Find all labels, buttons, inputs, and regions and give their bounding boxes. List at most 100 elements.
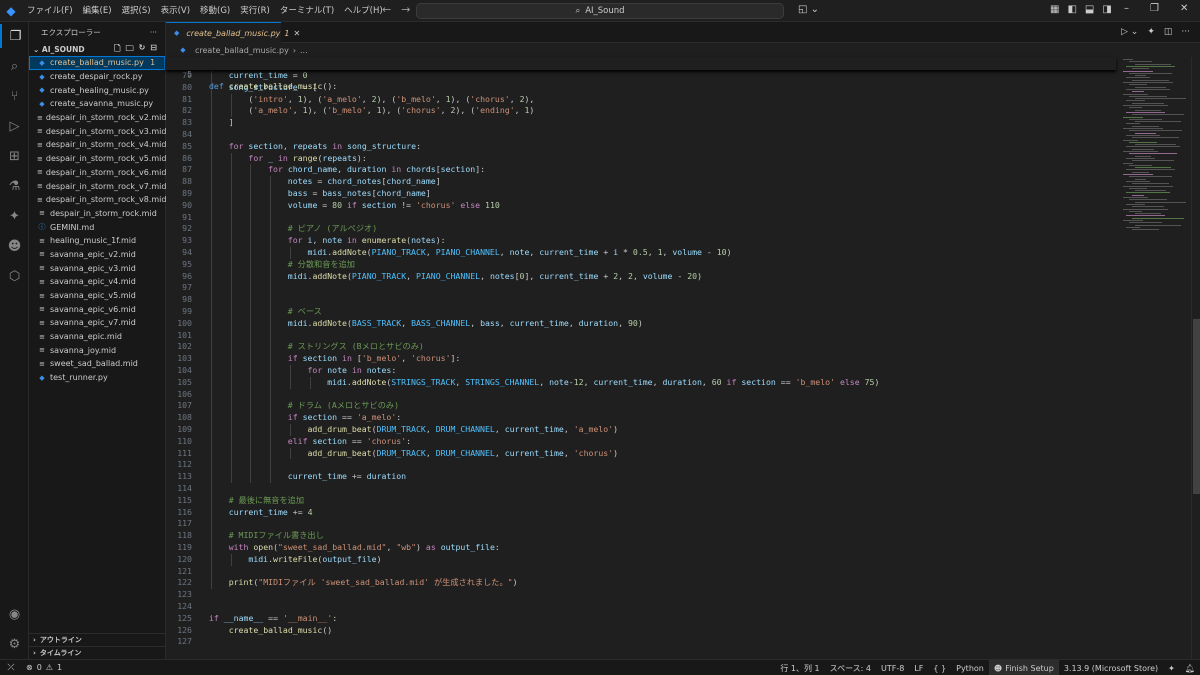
menu-item[interactable]: ターミナル(T) [275,0,339,22]
close-tab-icon[interactable]: ✕ [293,29,300,38]
folder-header[interactable]: ⌄ AI_SOUND 🗋 🗀 ↻ ⊟ [29,42,165,56]
menu-item[interactable]: 表示(V) [156,0,195,22]
minimap-line [1135,190,1166,192]
menu-item[interactable]: 編集(E) [78,0,117,22]
file-item[interactable]: ≡ healing_music_1f.mid [29,234,165,248]
menu-item[interactable]: 選択(S) [117,0,156,22]
menu-item[interactable]: ヘルプ(H) [339,0,388,22]
search-icon[interactable]: ⌕ [0,54,29,78]
chevron-down-icon: ⌄ [33,44,42,54]
menu-item[interactable]: 移動(G) [195,0,235,22]
file-item[interactable]: ≡ savanna_epic_v5.mid [29,289,165,303]
file-item[interactable]: ≡ despair_in_storm_rock_v6.mid [29,166,166,180]
breadcrumb-file[interactable]: create_ballad_music.py [195,46,289,55]
account-icon[interactable]: ◉ [0,602,29,626]
file-item[interactable]: ≡ despair_in_storm_rock.mid [29,207,165,221]
toggle-panel-icon[interactable]: ⬓ [1085,4,1094,15]
file-item[interactable]: ⓘ GEMINI.md [29,220,165,234]
containers-icon[interactable]: ⬡ [0,264,29,288]
copilot-chat-icon[interactable]: ◱ ⌄ [798,4,819,15]
code-token: current_time [287,471,347,482]
gemini-status-icon[interactable]: ✦ [1163,664,1180,673]
file-item[interactable]: ≡ despair_in_storm_rock_v3.mid [29,124,166,138]
gemini-action-icon[interactable]: ✦ [1147,27,1155,37]
line-number: 109 [177,424,192,434]
menu-item[interactable]: ファイル(F) [22,0,78,22]
file-item[interactable]: ◆ create_healing_music.py [29,83,165,97]
split-editor-icon[interactable]: ◫ [1164,27,1173,37]
python-interpreter[interactable]: 3.13.9 (Microsoft Store) [1059,664,1163,673]
indentation[interactable]: スペース: 4 [825,663,876,674]
code-line: 119 with open("sweet_sad_ballad.mid", "wb… [166,542,1116,554]
settings-gear-icon[interactable]: ⚙ [0,632,29,656]
remote-indicator-icon[interactable]: ⤫ [0,660,22,675]
toggle-sidebar-icon[interactable]: ◧ [1067,4,1076,15]
file-item[interactable]: ≡ savanna_joy.mid [29,343,165,357]
command-center-search[interactable]: ⌕ AI_Sound [416,3,784,19]
file-item[interactable]: ◆ create_savanna_music.py [29,97,165,111]
sticky-scroll-header[interactable]: 5 def create_ballad_music(): [166,57,1116,91]
back-arrow-icon[interactable]: ← [382,3,391,16]
file-item[interactable]: ≡ savanna_epic.mid [29,330,165,344]
source-control-icon[interactable]: ⑂ [0,84,29,108]
file-item[interactable]: ≡ sweet_sad_ballad.mid [29,357,165,371]
file-item[interactable]: ≡ savanna_epic_v3.mid [29,261,165,275]
code-token: ) [376,553,382,564]
code-token: , [312,235,323,246]
python-file-icon: ◆ [180,46,186,54]
notifications-bell-icon[interactable]: 🔔︎ [1180,664,1200,673]
run-python-file-icon[interactable]: ▷ ⌄ [1121,27,1138,37]
new-folder-icon[interactable]: 🗀 [126,43,134,57]
close-icon[interactable]: ✕ [1180,3,1188,14]
minimap[interactable] [1121,57,1191,237]
explorer-icon[interactable]: ❐ [0,24,29,48]
file-item[interactable]: ≡ savanna_epic_v4.mid [29,275,165,289]
gemini-icon[interactable]: ✦ [0,204,29,228]
cursor-position[interactable]: 行 1、列 1 [775,663,824,674]
vertical-scrollbar[interactable] [1191,57,1200,659]
more-actions-icon[interactable]: ··· [1181,27,1190,37]
extensions-icon[interactable]: ⊞ [0,144,29,168]
language-status-icon[interactable]: { } [928,664,951,673]
file-item[interactable]: ◆ create_despair_rock.py [29,70,165,84]
file-item[interactable]: ≡ despair_in_storm_rock_v4.mid [29,138,166,152]
file-item[interactable]: ≡ despair_in_storm_rock_v8.mid [29,193,166,207]
line-number: 103 [177,353,192,364]
code-line: 127 [166,636,1116,648]
code-token: + [598,247,614,257]
testing-icon[interactable]: ⚗ [0,174,29,198]
file-item[interactable]: ≡ savanna_epic_v2.mid [29,248,165,262]
breadcrumb-symbols[interactable]: ... [300,46,308,55]
file-item[interactable]: ◆ test_runner.py [29,371,165,385]
code-token: midi [327,376,347,387]
run-debug-icon[interactable]: ▷ [0,114,29,138]
tab-create-ballad-music[interactable]: ◆ create_ballad_music.py 1 ✕ [166,22,300,43]
new-file-icon[interactable]: 🗋 [114,43,120,57]
forward-arrow-icon[interactable]: → [401,3,410,16]
code-token: elif [287,435,308,446]
end-of-line[interactable]: LF [909,664,928,673]
finish-setup-button[interactable]: ☻ Finish Setup [988,660,1059,675]
file-item[interactable]: ≡ savanna_epic_v6.mid [29,302,165,316]
timeline-panel-header[interactable]: › タイムライン [29,646,166,659]
problems-indicator[interactable]: ⊗ 0 ⚠ 1 [22,663,62,672]
more-actions-icon[interactable]: ··· [150,28,157,37]
collapse-all-icon[interactable]: ⊟ [150,43,157,57]
file-item[interactable]: ≡ despair_in_storm_rock_v5.mid [29,152,166,166]
minimize-icon[interactable]: – [1124,3,1129,14]
file-item[interactable]: ≡ savanna_epic_v7.mid [29,316,165,330]
toggle-secondary-sidebar-icon[interactable]: ◨ [1102,4,1111,15]
language-mode[interactable]: Python [951,664,989,673]
customize-layout-icon[interactable]: ▦ [1050,4,1059,15]
encoding[interactable]: UTF-8 [876,664,909,673]
outline-panel-header[interactable]: › アウトライン [29,633,166,646]
menu-item[interactable]: 実行(R) [235,0,275,22]
file-item[interactable]: ≡ despair_in_storm_rock_v7.mid [29,179,166,193]
scrollbar-thumb[interactable] [1193,319,1200,494]
file-item[interactable]: ◆ create_ballad_music.py 1 [29,56,165,70]
copilot-icon[interactable]: ☻ [0,234,29,258]
code-token: 'ending' [475,105,515,116]
restore-icon[interactable]: ❐ [1150,3,1159,14]
refresh-icon[interactable]: ↻ [139,43,146,57]
file-item[interactable]: ≡ despair_in_storm_rock_v2.mid [29,111,166,125]
